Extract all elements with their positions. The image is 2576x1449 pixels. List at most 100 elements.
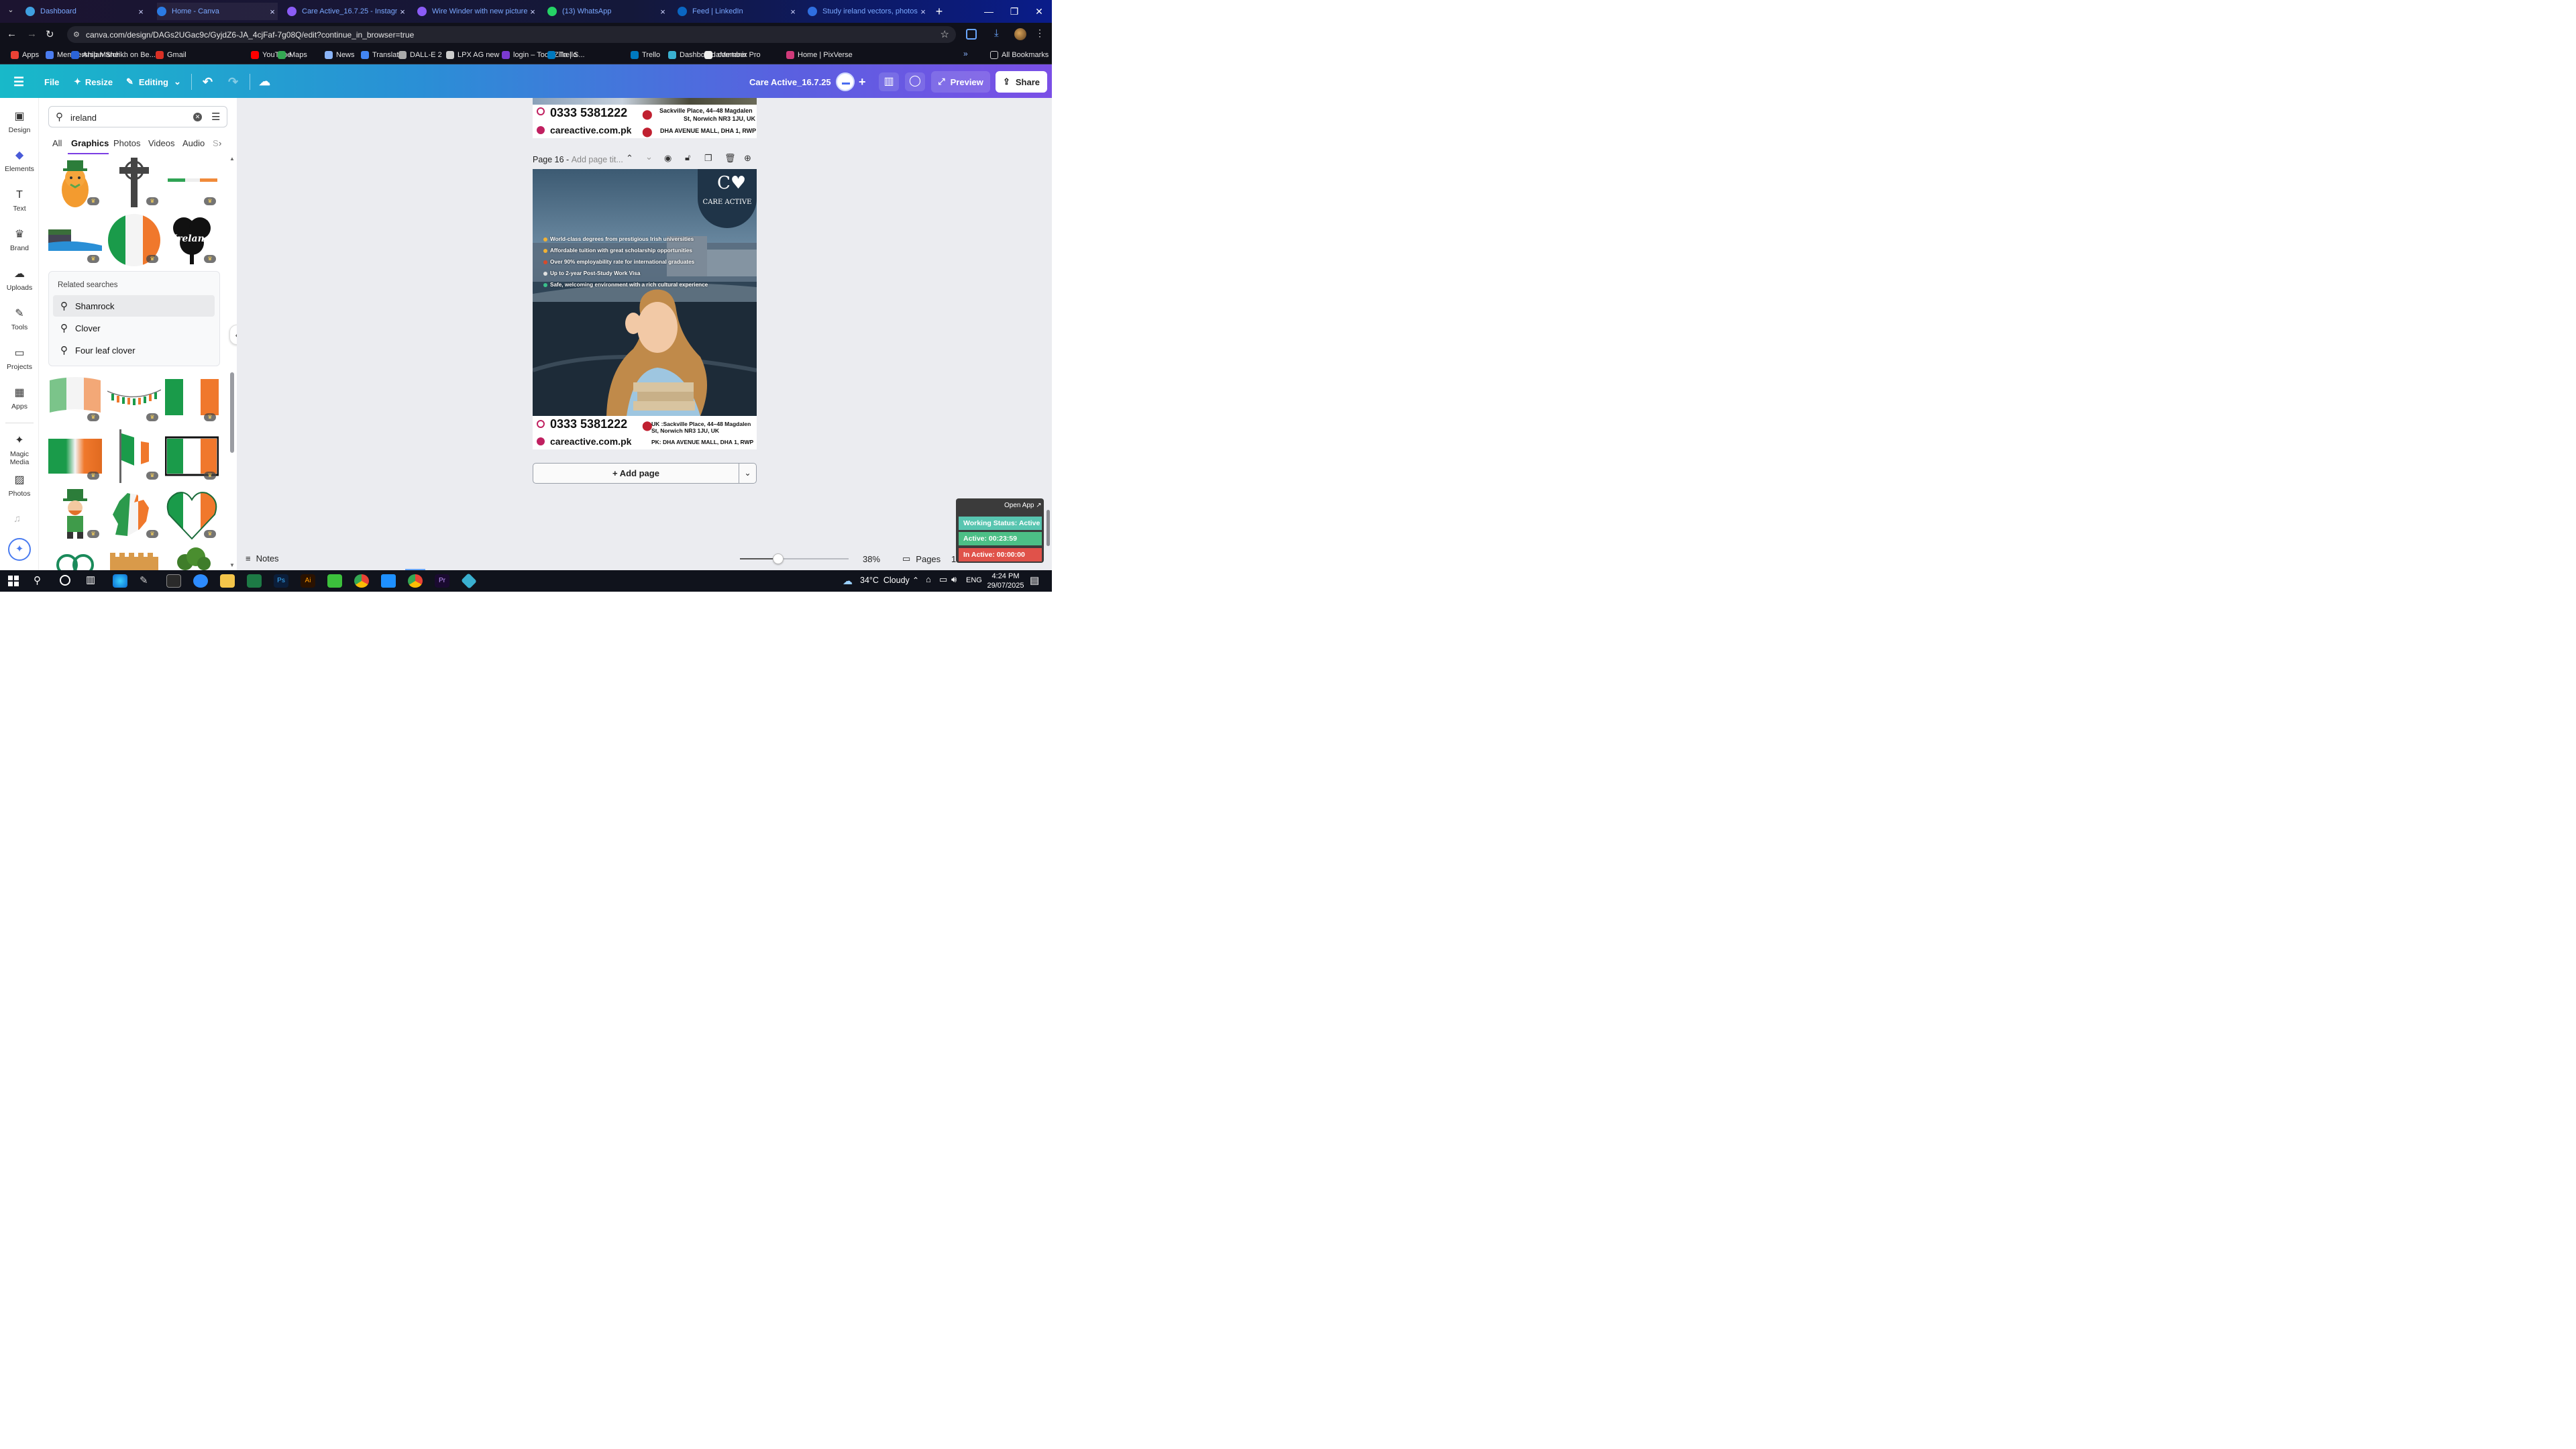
zoom-level[interactable]: 38% <box>863 554 880 564</box>
file-explorer-icon[interactable] <box>220 574 235 588</box>
bookmark-item[interactable]: Apps <box>11 49 39 61</box>
duplicate-page-icon[interactable]: ❐ <box>704 153 712 164</box>
bookmark-item[interactable]: Trello <box>631 49 660 61</box>
panel-tab-videos[interactable]: Videos <box>148 138 175 148</box>
download-icon[interactable]: ⤓ <box>994 28 1005 40</box>
graphic-watercolor-flag[interactable]: ♛ <box>48 371 102 425</box>
browser-tab[interactable]: (13) WhatsApp × <box>547 3 668 20</box>
add-page-button[interactable]: + Add page <box>533 463 739 484</box>
graphic-castle[interactable] <box>107 546 161 570</box>
music-icon[interactable]: ♫ <box>13 513 25 525</box>
graphic-outlined-flag[interactable]: ♛ <box>165 429 219 483</box>
panel-tab-photos[interactable]: Photos <box>113 138 140 148</box>
graphic-leprechaun[interactable]: ♛ <box>48 488 102 541</box>
graphic-celtic-cross[interactable]: ♛ <box>107 155 161 209</box>
bookmarks-overflow-icon[interactable]: » <box>963 49 968 58</box>
rail-design[interactable]: ▣ Design <box>0 110 39 134</box>
cortana-icon[interactable] <box>60 575 70 586</box>
delete-page-icon[interactable]: 🗑︎ <box>724 153 736 164</box>
graphic-celtic-knot[interactable] <box>48 546 102 570</box>
bookmark-item[interactable]: Translate <box>361 49 402 61</box>
illustrator-icon[interactable]: Ai <box>301 574 315 588</box>
weather-text[interactable]: 34°C Cloudy <box>860 576 910 585</box>
browser-menu-icon[interactable]: ⋮ <box>1035 28 1044 40</box>
zoom-icon[interactable] <box>193 574 208 588</box>
add-people-icon[interactable]: + <box>859 72 866 91</box>
forward-icon[interactable]: → <box>27 28 38 40</box>
rail-uploads[interactable]: ☁ Uploads <box>0 268 39 292</box>
network-icon[interactable]: ⌂ <box>926 574 931 584</box>
document-title[interactable]: Care Active_16.7.25 <box>749 72 831 91</box>
vscode-icon[interactable] <box>381 574 396 588</box>
preview-button[interactable]: ⤢ Preview <box>931 71 990 93</box>
graphic-cliffs[interactable]: ♛ <box>48 213 102 267</box>
pages-button[interactable]: ▭ Pages <box>902 553 941 564</box>
green-app-icon[interactable] <box>327 574 342 588</box>
panel-tab-graphics[interactable]: Graphics <box>71 138 109 148</box>
tab-search-button[interactable]: ⌄ <box>4 5 17 17</box>
browser-tab[interactable]: Dashboard × <box>25 3 146 20</box>
panel-tab-audio[interactable]: Audio <box>182 138 205 148</box>
rail-tools[interactable]: ✎ Tools <box>0 307 39 331</box>
cloud-saved-icon[interactable]: ☁ <box>259 72 270 91</box>
magic-assistant-button[interactable]: ✦ <box>8 538 31 561</box>
add-page-after-icon[interactable]: ⊕ <box>744 153 751 164</box>
bookmark-item[interactable]: News <box>325 49 355 61</box>
tray-overflow-icon[interactable]: ⌃ <box>912 576 919 585</box>
panel-scrollbar-thumb[interactable] <box>230 372 234 453</box>
zoom-slider-thumb[interactable] <box>773 553 784 564</box>
panel-tab-all[interactable]: All <box>52 138 62 148</box>
back-icon[interactable]: ← <box>7 28 17 40</box>
browser-tab[interactable]: Study ireland vectors, photos a × <box>808 3 928 20</box>
graphic-flag-stripe[interactable]: ♛ <box>165 155 219 209</box>
windows-start-icon[interactable] <box>8 576 19 586</box>
task-view-icon[interactable]: ▥ <box>86 574 95 586</box>
bookmark-item[interactable]: aMember Pro <box>704 49 761 61</box>
related-search-four-leaf-clover[interactable]: ⚲ Four leaf clover <box>53 339 215 361</box>
rail-elements[interactable]: ◆ Elements <box>0 149 39 173</box>
panel-scroll-down-icon[interactable]: ▼ <box>229 562 235 568</box>
bookmark-item[interactable]: LPX AG new <box>446 49 499 61</box>
photoshop-icon[interactable]: Ps <box>274 574 288 588</box>
canvas-scrollbar-thumb[interactable] <box>1046 510 1050 546</box>
browser-tab[interactable]: Care Active_16.7.25 - Instagram × <box>287 3 408 20</box>
chrome-active-icon[interactable] <box>408 574 423 588</box>
close-tab-icon[interactable]: × <box>136 7 146 17</box>
filter-icon[interactable]: ☰ <box>211 111 220 123</box>
graphic-flag-on-pole[interactable]: ♛ <box>107 429 161 483</box>
move-page-up-icon[interactable]: ⌃ <box>626 153 633 164</box>
taskbar-search-icon[interactable]: ⚲ <box>34 574 41 586</box>
open-app-link[interactable]: Open App ↗ <box>1004 502 1042 509</box>
close-tab-icon[interactable]: × <box>267 7 278 17</box>
clock-date[interactable]: 29/07/2025 <box>985 582 1026 590</box>
add-page-options-button[interactable]: ⌄ <box>739 463 757 484</box>
rail-projects[interactable]: ▭ Projects <box>0 347 39 371</box>
close-tab-icon[interactable]: × <box>527 7 538 17</box>
reload-icon[interactable]: ↻ <box>46 28 56 40</box>
restore-icon[interactable]: ❐ <box>1002 0 1027 23</box>
main-menu-icon[interactable]: ☰ <box>13 72 24 91</box>
rail-apps[interactable]: ▦ Apps <box>0 386 39 411</box>
related-search-shamrock[interactable]: ⚲ Shamrock <box>53 295 215 317</box>
editing-dropdown[interactable]: ✎ Editing ⌄ <box>126 72 181 91</box>
graphic-round-irish-flag[interactable]: ♛ <box>107 213 161 267</box>
file-menu[interactable]: File <box>44 72 59 91</box>
bookmark-item[interactable]: Arslan Sheikh on Be... <box>71 49 156 61</box>
tabs-scroll-right-icon[interactable]: › <box>219 138 221 148</box>
browser-tab[interactable]: Feed | LinkedIn × <box>678 3 798 20</box>
close-tab-icon[interactable]: × <box>657 7 668 17</box>
search-input[interactable]: ⚲ ireland ✕ ☰ <box>48 106 227 127</box>
hide-page-icon[interactable]: ◉ <box>664 153 672 164</box>
undo-icon[interactable]: ↶ <box>203 72 213 91</box>
bookmark-star-icon[interactable]: ☆ <box>941 28 949 40</box>
site-info-icon[interactable]: ⚙ <box>73 30 80 39</box>
edge-icon[interactable] <box>113 574 127 588</box>
weather-icon[interactable]: ☁ <box>843 575 853 587</box>
page-title-input[interactable]: Add page tit... <box>572 155 623 164</box>
browser-tab[interactable]: Wire Winder with new pictures × <box>417 3 538 20</box>
excel-icon[interactable] <box>247 574 262 588</box>
bookmark-item[interactable]: Gmail <box>156 49 186 61</box>
close-tab-icon[interactable]: × <box>918 7 928 17</box>
page-16[interactable]: C♥ CARE ACTIVE World-class degrees from … <box>533 169 757 449</box>
comments-button[interactable]: ◯ <box>905 72 925 91</box>
